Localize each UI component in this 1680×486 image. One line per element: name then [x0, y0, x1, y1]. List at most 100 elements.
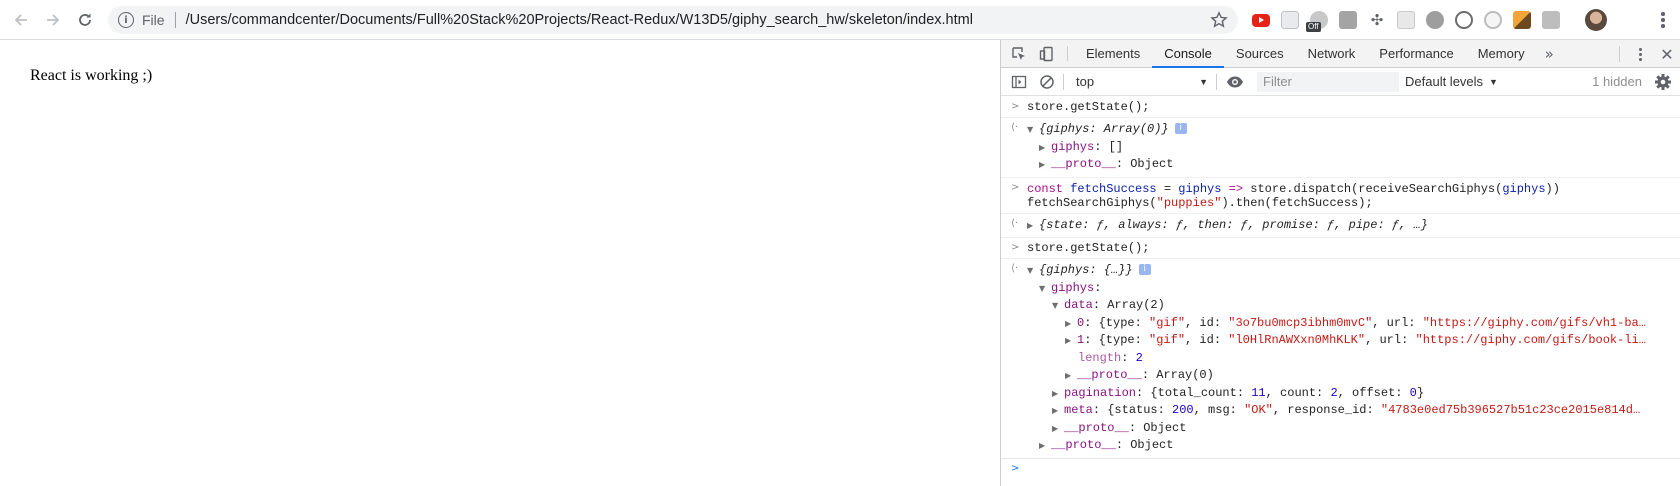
tab-console[interactable]: Console [1152, 40, 1224, 68]
property-value: "gif" [1149, 315, 1186, 330]
gear-icon[interactable] [1654, 73, 1672, 94]
array-item[interactable]: ▶ 1: {type: "gif", id: "l0HlRnAWXxn0MhKLK… [1027, 332, 1680, 350]
extension-icon[interactable]: Off [1306, 11, 1328, 32]
collapsed-triangle-icon[interactable]: ▶ [1065, 367, 1077, 385]
back-arrow-icon[interactable] [8, 7, 34, 33]
collapsed-triangle-icon[interactable]: ▶ [1052, 385, 1064, 403]
collapsed-triangle-icon[interactable]: ▶ [1039, 139, 1051, 157]
property-key: data [1064, 298, 1093, 312]
collapsed-triangle-icon[interactable]: ▶ [1039, 437, 1051, 455]
array-item[interactable]: ▶ 0: {type: "gif", id: "3o7bu0mcp3ibhm0mv… [1027, 315, 1680, 333]
tab-elements[interactable]: Elements [1074, 40, 1152, 67]
forward-arrow-icon[interactable] [40, 7, 66, 33]
property-value: : {status: [1092, 403, 1173, 417]
context-select[interactable]: top ▼ [1072, 72, 1212, 92]
console-output: > store.getState(); ⟨· ▼ {giphys: Array(0… [1001, 97, 1680, 479]
object-preview: {state: ƒ, always: ƒ, then: ƒ, promise: … [1039, 217, 1428, 232]
extension-icon[interactable] [1484, 11, 1502, 29]
object-summary[interactable]: ▼ {giphys: Array(0)} i [1027, 121, 1680, 139]
property-key: meta [1064, 403, 1093, 417]
property-value: 200 [1172, 403, 1194, 417]
object-summary[interactable]: ▼ {giphys: {…}} i [1027, 262, 1680, 280]
profile-avatar[interactable] [1585, 9, 1607, 31]
extensions-puzzle-icon[interactable]: ✣ [1368, 11, 1386, 29]
result-arrow-icon: ⟨· [1011, 122, 1019, 133]
collapsed-triangle-icon[interactable]: ▶ [1065, 332, 1077, 350]
code-token: giphys [1502, 181, 1546, 196]
expanded-triangle-icon[interactable]: ▼ [1027, 262, 1039, 280]
page-text: React is working ;) [30, 67, 153, 84]
devtools-menu-icon[interactable] [1626, 47, 1654, 61]
property-value: : {type: [1084, 315, 1150, 330]
object-preview: {giphys: Array(0)} [1039, 122, 1169, 136]
log-levels-dropdown[interactable]: Default levels ▼ [1405, 74, 1498, 89]
extension-icon[interactable] [1397, 11, 1415, 29]
object-property[interactable]: ▶ meta: {status: 200, msg: "OK", response… [1027, 402, 1680, 420]
result-arrow-icon: ⟨· [1011, 263, 1019, 274]
toolbar-divider [1063, 73, 1064, 90]
address-bar[interactable]: i File /Users/commandcenter/Documents/Fu… [108, 6, 1238, 34]
object-property[interactable]: ▶ giphys: [] [1027, 139, 1680, 157]
object-property[interactable]: ▶ __proto__: Object [1027, 420, 1680, 438]
object-property[interactable]: ▶ __proto__: Array(0) [1027, 367, 1680, 385]
console-input-line: > const fetchSuccess = giphys => store.d… [1001, 178, 1680, 214]
extension-icon[interactable] [1281, 11, 1299, 29]
code-token: => [1221, 181, 1251, 196]
property-value: "https://giphy.com/gifs/book-li… [1415, 333, 1646, 347]
star-icon[interactable] [1210, 11, 1228, 32]
property-value: : {total_count: [1136, 385, 1252, 400]
collapsed-triangle-icon[interactable]: ▶ [1065, 315, 1077, 333]
info-badge-icon[interactable]: i [1174, 123, 1187, 135]
device-toolbar-icon[interactable] [1033, 40, 1061, 67]
clear-console-icon[interactable] [1033, 74, 1061, 90]
expanded-triangle-icon[interactable]: ▼ [1027, 121, 1039, 139]
collapsed-triangle-icon[interactable]: ▶ [1039, 156, 1051, 174]
address-bar-divider [174, 12, 176, 28]
page-viewport: React is working ;) [0, 40, 1000, 486]
off-badge: Off [1306, 22, 1321, 32]
object-summary[interactable]: ▶ {state: ƒ, always: ƒ, then: ƒ, promise:… [1027, 217, 1680, 235]
input-chevron-icon: > [1011, 101, 1020, 112]
tab-sources[interactable]: Sources [1224, 40, 1296, 67]
collapsed-triangle-icon[interactable]: ▶ [1027, 217, 1039, 235]
collapsed-triangle-icon[interactable]: ▶ [1052, 420, 1064, 438]
extension-icon[interactable] [1339, 11, 1357, 29]
object-property[interactable]: ▼ giphys: [1027, 280, 1680, 298]
extension-icon[interactable] [1542, 11, 1560, 29]
close-devtools-icon[interactable]: ✕ [1654, 45, 1680, 64]
more-tabs-chevron-icon[interactable]: » [1537, 40, 1562, 67]
inspect-element-icon[interactable] [1005, 40, 1033, 67]
info-icon[interactable]: i [118, 12, 134, 28]
tab-network[interactable]: Network [1296, 40, 1368, 67]
extension-icon[interactable] [1455, 11, 1473, 29]
expanded-triangle-icon[interactable]: ▼ [1052, 297, 1064, 315]
tab-memory[interactable]: Memory [1466, 40, 1537, 67]
tab-performance[interactable]: Performance [1367, 40, 1465, 67]
input-chevron-icon: > [1011, 181, 1020, 193]
property-key: __proto__ [1077, 368, 1142, 382]
object-property[interactable]: ▶ __proto__: Object [1027, 156, 1680, 174]
object-property[interactable]: ▶ __proto__: Object [1027, 437, 1680, 455]
expanded-triangle-icon[interactable]: ▼ [1039, 280, 1051, 298]
extension-icon[interactable] [1513, 11, 1531, 29]
extension-icon[interactable] [1426, 11, 1444, 29]
filter-input[interactable] [1257, 71, 1399, 92]
live-expression-eye-icon[interactable] [1221, 75, 1249, 89]
property-key: __proto__ [1051, 157, 1116, 171]
url-text[interactable]: /Users/commandcenter/Documents/Full%20St… [186, 12, 973, 28]
collapsed-triangle-icon[interactable]: ▶ [1052, 402, 1064, 420]
chrome-menu-icon[interactable] [1653, 10, 1673, 30]
toolbar-divider [1216, 73, 1217, 90]
property-value: 2 [1135, 350, 1143, 365]
browser-toolbar: i File /Users/commandcenter/Documents/Fu… [0, 0, 1680, 40]
youtube-icon[interactable] [1252, 13, 1270, 27]
info-badge-icon[interactable]: i [1138, 264, 1151, 276]
sidebar-toggle-icon[interactable] [1005, 74, 1033, 90]
object-property[interactable]: ▼ data: Array(2) [1027, 297, 1680, 315]
object-property[interactable]: ▶ pagination: {total_count: 11, count: 2,… [1027, 385, 1680, 403]
property-value: , response_id: [1272, 403, 1381, 417]
console-command: store.getState(); [1027, 241, 1150, 255]
property-key: __proto__ [1064, 420, 1129, 435]
reload-icon[interactable] [72, 7, 98, 33]
console-prompt-line[interactable]: > [1001, 459, 1680, 479]
